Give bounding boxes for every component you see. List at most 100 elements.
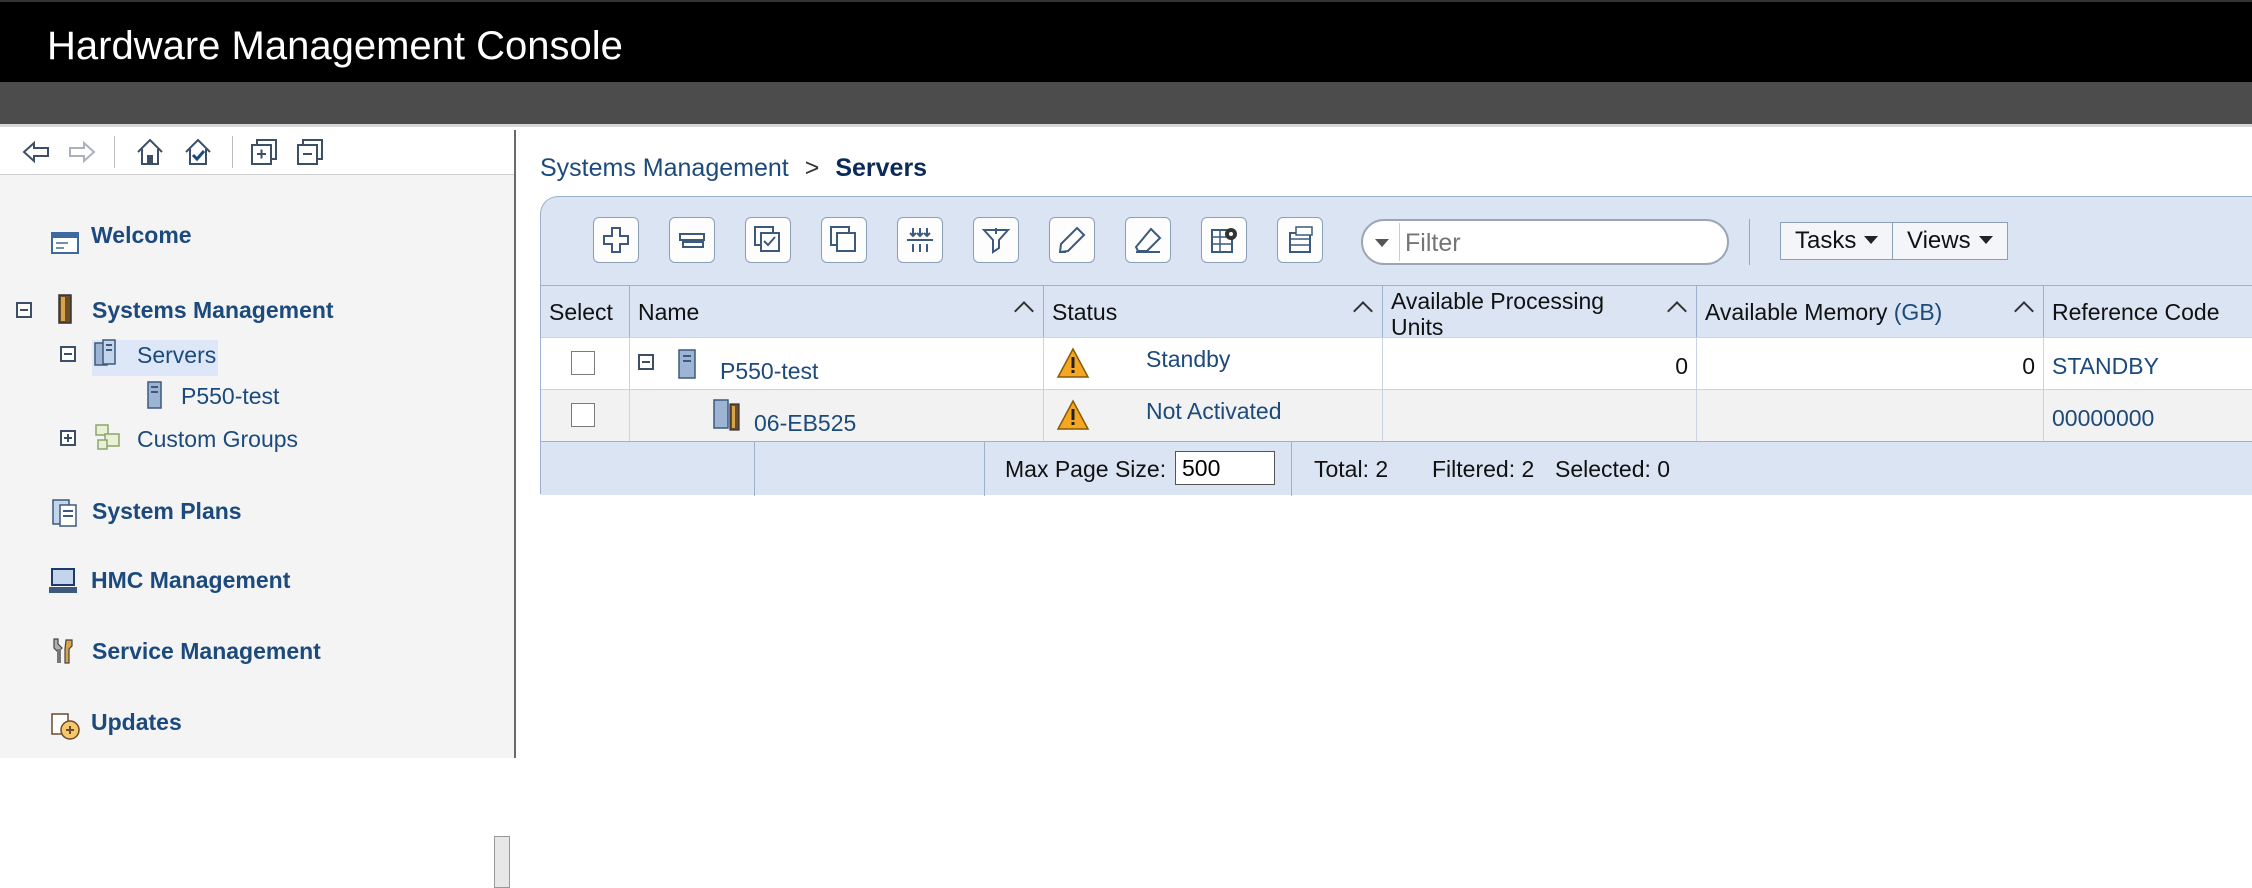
home-icon[interactable] <box>134 136 166 168</box>
nav-item-hmc-management[interactable]: HMC Management <box>91 567 290 594</box>
tasks-menu-button[interactable]: Tasks <box>1780 222 1894 260</box>
sort-arrow-icon[interactable] <box>1667 301 1687 321</box>
filter-dropdown-icon[interactable] <box>1365 223 1400 261</box>
pencil-icon <box>1058 226 1086 254</box>
row-name-link[interactable]: P550-test <box>720 358 818 385</box>
server-icon <box>147 381 162 409</box>
pane-resize-handle[interactable] <box>494 836 510 888</box>
footer-divider <box>754 442 755 496</box>
toolbar-separator <box>1749 219 1750 265</box>
views-menu-button[interactable]: Views <box>1892 222 2008 260</box>
sort-arrow-icon[interactable] <box>2014 301 2034 321</box>
expand-all-icon[interactable] <box>248 136 280 168</box>
service-management-icon <box>53 638 73 664</box>
work-area: Systems Management > Servers Tasks Views S… <box>518 130 2252 758</box>
back-arrow-icon[interactable] <box>20 136 52 168</box>
caret-down-icon <box>1978 236 1993 251</box>
breadcrumb-separator: > <box>804 154 820 182</box>
collapse-rows-button[interactable] <box>897 217 943 263</box>
collapse-toggle-servers[interactable] <box>60 346 76 362</box>
nav-item-welcome[interactable]: Welcome <box>91 222 192 249</box>
nav-item-system-plans[interactable]: System Plans <box>92 498 242 525</box>
processing-units-cell: 0 <box>1383 338 1697 390</box>
name-cell: 06-EB525 <box>630 390 1044 442</box>
column-label: Available Processing Units <box>1391 288 1605 340</box>
home-check-icon[interactable] <box>182 136 214 168</box>
column-header-processing-units[interactable]: Available Processing Units <box>1383 285 1697 340</box>
nav-item-custom-groups[interactable]: Custom Groups <box>137 426 298 453</box>
toolbar-separator <box>114 136 115 168</box>
row-checkbox[interactable] <box>571 403 595 427</box>
hmc-management-icon <box>49 568 77 593</box>
collapse-toggle-row[interactable] <box>638 354 654 370</box>
nav-item-updates[interactable]: Updates <box>91 709 182 736</box>
processing-units-cell <box>1383 390 1697 442</box>
welcome-icon <box>51 232 79 254</box>
nav-item-service-management[interactable]: Service Management <box>92 638 321 665</box>
custom-groups-icon <box>95 424 120 450</box>
row-name-link[interactable]: 06-EB525 <box>754 410 856 437</box>
nav-item-servers[interactable]: Servers <box>137 342 216 369</box>
nav-item-p550-test[interactable]: P550-test <box>181 383 279 410</box>
configure-columns-button[interactable] <box>1201 217 1247 263</box>
select-all-icon <box>754 226 780 252</box>
forward-arrow-icon[interactable] <box>66 136 98 168</box>
gear-table-icon <box>1211 228 1237 253</box>
servers-icon <box>94 339 116 366</box>
add-icon <box>603 227 629 253</box>
table-row[interactable]: 06-EB525 Not Activated 00000000 <box>541 389 2252 442</box>
warning-icon <box>1056 399 1090 430</box>
column-label: Available Memory <box>1705 299 1888 325</box>
system-plans-icon <box>52 499 77 527</box>
column-header-reference-code[interactable]: Reference Code <box>2044 285 2252 337</box>
remove-button[interactable] <box>669 217 715 263</box>
sort-arrow-icon[interactable] <box>1014 301 1034 321</box>
row-checkbox[interactable] <box>571 351 595 375</box>
reference-code-cell[interactable]: STANDBY <box>2044 338 2252 390</box>
select-all-button[interactable] <box>745 217 791 263</box>
filter-rows-icon <box>981 228 1011 254</box>
sort-arrow-icon[interactable] <box>1353 301 1373 321</box>
add-button[interactable] <box>593 217 639 263</box>
max-page-size-input[interactable] <box>1175 451 1275 485</box>
title-bar: Hardware Management Console <box>0 0 2252 82</box>
filter-input[interactable] <box>1403 225 1717 261</box>
updates-icon <box>51 713 80 740</box>
expand-toggle-custom-groups[interactable] <box>60 430 76 446</box>
column-header-select[interactable]: Select <box>541 285 630 337</box>
total-count: Total: 2 <box>1314 456 1389 482</box>
edit-sort-button[interactable] <box>1049 217 1095 263</box>
table-row[interactable]: P550-test Standby 0 0 STANDBY <box>541 337 2252 390</box>
clear-sort-button[interactable] <box>1125 217 1171 263</box>
warning-icon <box>1056 347 1090 378</box>
column-header-name[interactable]: Name <box>630 285 1044 337</box>
column-label: Reference Code <box>2052 299 2220 325</box>
status-cell: Not Activated <box>1044 390 1383 442</box>
breadcrumb-systems-management[interactable]: Systems Management <box>540 154 789 182</box>
collapse-rows-icon <box>907 228 933 252</box>
servers-table: Tasks Views Select Name Status Available… <box>540 196 2252 496</box>
select-cell <box>541 338 630 390</box>
navigation-pane: Welcome Systems Management Servers P550-… <box>0 130 516 888</box>
status-text[interactable]: Standby <box>1146 346 1230 373</box>
footer-divider <box>984 442 985 496</box>
column-header-status[interactable]: Status <box>1044 285 1383 337</box>
table-view-button[interactable] <box>1277 217 1323 263</box>
select-cell <box>541 390 630 442</box>
column-unit: (GB) <box>1893 299 1943 325</box>
app-title: Hardware Management Console <box>47 24 623 68</box>
remove-icon <box>679 233 705 248</box>
filter-rows-button[interactable] <box>973 217 1019 263</box>
column-header-memory[interactable]: Available Memory (GB) <box>1697 285 2044 337</box>
memory-cell <box>1697 390 2044 442</box>
collapse-all-icon[interactable] <box>294 136 326 168</box>
breadcrumb: Systems Management > Servers <box>540 154 927 183</box>
nav-item-systems-management[interactable]: Systems Management <box>92 297 334 324</box>
reference-code-cell[interactable]: 00000000 <box>2044 390 2252 442</box>
status-text[interactable]: Not Activated <box>1146 398 1282 425</box>
server-icon <box>678 349 696 379</box>
deselect-all-button[interactable] <box>821 217 867 263</box>
toolbar-separator <box>232 136 233 168</box>
eraser-icon <box>1134 227 1162 253</box>
collapse-toggle-systems-management[interactable] <box>16 302 32 318</box>
